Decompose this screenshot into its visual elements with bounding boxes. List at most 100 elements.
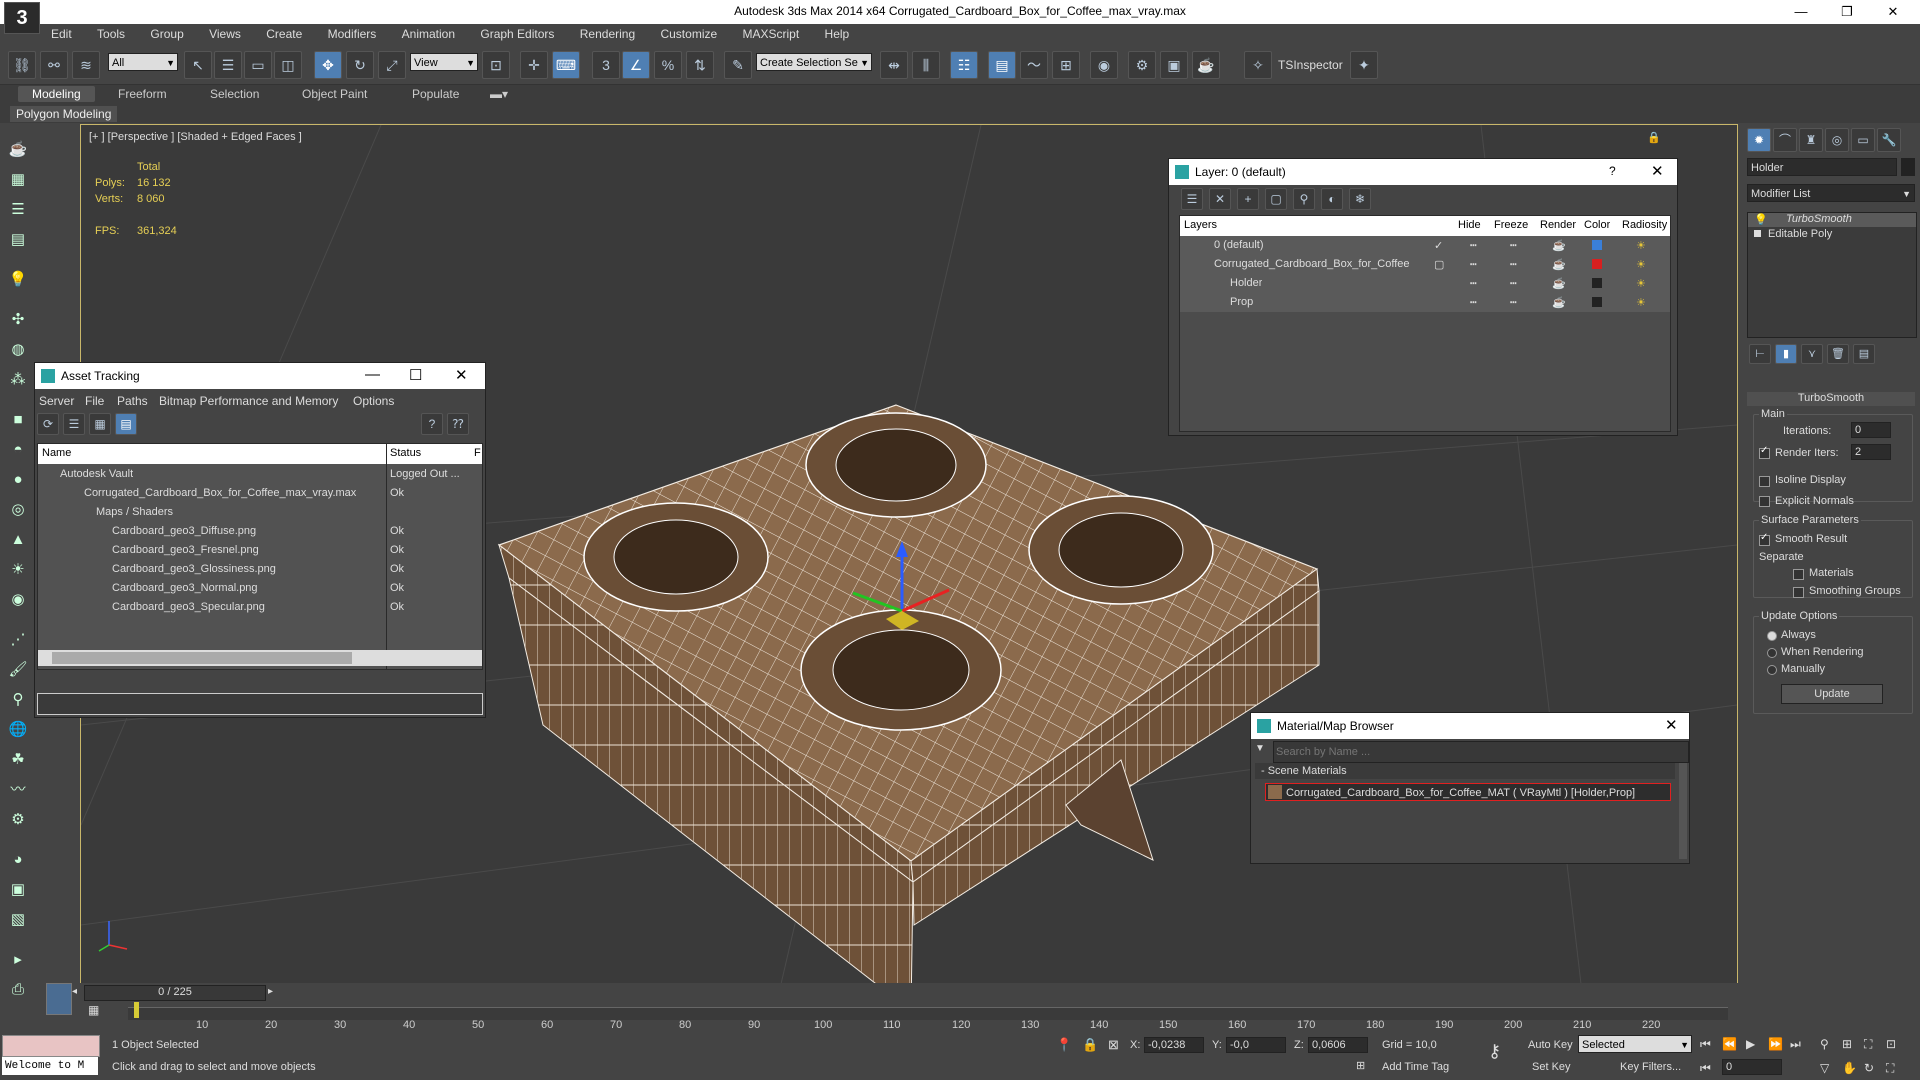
menu-help[interactable]: Help — [814, 24, 861, 44]
restore-button[interactable]: ❐ — [1824, 0, 1870, 24]
sun-icon[interactable]: ☀ — [6, 558, 30, 582]
horizontal-scrollbar[interactable] — [38, 650, 482, 666]
mini-curve-editor-toggle[interactable] — [46, 983, 72, 1015]
pan-icon[interactable]: ✋ — [1842, 1061, 1857, 1075]
freeze-toggle[interactable]: ┅ — [1510, 277, 1517, 290]
key-mode-toggle-icon[interactable]: ⏮ — [1700, 1061, 1711, 1076]
current-frame-field[interactable]: 0 — [1722, 1059, 1782, 1075]
reference-coordinate-dropdown[interactable]: View ▼ — [410, 53, 478, 71]
pin-stack-icon[interactable]: ⊢ — [1749, 344, 1771, 364]
hide-toggle[interactable]: ┅ — [1470, 258, 1477, 271]
table-view-icon[interactable]: ▤ — [115, 413, 137, 435]
freeze-toggle[interactable]: ┅ — [1510, 258, 1517, 271]
schematic-view-icon[interactable]: ⊞ — [1052, 51, 1080, 79]
show-end-result-icon[interactable]: ▮ — [1775, 344, 1797, 364]
configure-sets-icon[interactable]: ▤ — [1853, 344, 1875, 364]
maximize-button[interactable]: ☐ — [409, 366, 422, 384]
material-browser-titlebar[interactable]: Material/Map Browser ✕ — [1251, 713, 1689, 739]
freeze-all-icon[interactable]: ❄ — [1349, 188, 1371, 210]
polygon-modeling-label[interactable]: Polygon Modeling — [10, 106, 118, 122]
material-item[interactable]: Corrugated_Cardboard_Box_for_Coffee_MAT … — [1265, 783, 1671, 801]
display-tab-icon[interactable]: ▭ — [1851, 128, 1875, 152]
asset-tracking-titlebar[interactable]: Asset Tracking — ☐ ✕ — [35, 363, 485, 389]
render-teapot-icon[interactable]: ☕ — [1552, 258, 1566, 271]
menu-options[interactable]: Options — [353, 394, 394, 408]
render-teapot-icon[interactable]: ☕ — [1552, 296, 1566, 309]
spinner-snap-icon[interactable]: ⇅ — [686, 51, 714, 79]
tab-freeform[interactable]: Freeform — [118, 87, 167, 101]
radiosity-sun-icon[interactable]: ☀ — [1636, 239, 1646, 252]
ribbon-options-icon[interactable]: ▬▾ — [490, 87, 508, 101]
select-object-icon[interactable]: ↖ — [184, 51, 212, 79]
options-arrow-icon[interactable]: ▼ — [1255, 743, 1269, 757]
select-and-scale-icon[interactable]: ⤢ — [378, 51, 406, 79]
cloth-icon[interactable]: ⋰ — [6, 628, 30, 652]
menu-rendering[interactable]: Rendering — [569, 24, 646, 44]
scene-materials-group[interactable]: - Scene Materials — [1255, 763, 1675, 779]
go-to-end-icon[interactable]: ⏭ — [1790, 1037, 1801, 1052]
create-tab-icon[interactable]: ✹ — [1747, 128, 1771, 152]
zoom-extents-all-icon[interactable]: ⊡ — [1886, 1037, 1896, 1051]
select-by-name-icon[interactable]: ☰ — [214, 51, 242, 79]
keyboard-shortcut-override-icon[interactable]: ⌨ — [552, 51, 580, 79]
menu-server[interactable]: Server — [39, 394, 74, 408]
paint-icon[interactable]: 🖌 — [6, 658, 30, 682]
table-row[interactable]: Cardboard_geo3_Glossiness.png Ok — [38, 560, 482, 579]
hair-icon[interactable]: 〰 — [6, 778, 30, 802]
tab-object-paint[interactable]: Object Paint — [302, 87, 367, 101]
field-of-view-icon[interactable]: ▽ — [1820, 1061, 1829, 1075]
edit-named-selection-icon[interactable]: ✎ — [724, 51, 752, 79]
highlight-layer-icon[interactable]: ⚲ — [1293, 188, 1315, 210]
table-row[interactable]: Corrugated_Cardboard_Box_for_Coffee_max_… — [38, 484, 482, 503]
rendered-frame-window-icon[interactable]: ▣ — [1160, 51, 1188, 79]
column-render[interactable]: Render — [1540, 219, 1576, 231]
manually-radio[interactable] — [1767, 665, 1777, 675]
layer-color-swatch[interactable] — [1592, 278, 1602, 288]
layer-row[interactable]: Corrugated_Cardboard_Box_for_Coffee ▢ ┅ … — [1180, 255, 1670, 274]
update-button[interactable]: Update — [1781, 684, 1883, 704]
menu-group[interactable]: Group — [139, 24, 194, 44]
ribbon-toggle-icon[interactable]: ▤ — [988, 51, 1016, 79]
x-coordinate-field[interactable]: -0,0238 — [1144, 1037, 1204, 1053]
stack-item-editable-poly[interactable]: Editable Poly — [1748, 228, 1916, 242]
render-icon[interactable]: ▣ — [6, 878, 30, 902]
turbosmooth-rollout-header[interactable]: TurboSmooth — [1747, 392, 1915, 406]
globe-icon[interactable]: 🌐 — [6, 718, 30, 742]
table-row[interactable]: Cardboard_geo3_Diffuse.png Ok — [38, 522, 482, 541]
material-editor-icon[interactable]: ◉ — [1090, 51, 1118, 79]
hide-toggle[interactable]: ┅ — [1470, 277, 1477, 290]
iterations-spinner[interactable]: 0 — [1851, 422, 1891, 438]
menu-graph-editors[interactable]: Graph Editors — [469, 24, 565, 44]
teapot-icon[interactable]: ☕ — [6, 138, 30, 162]
angle-snap-icon[interactable]: ∠ — [622, 51, 650, 79]
gear-icon[interactable]: ⚙ — [6, 808, 30, 832]
key-mode-dropdown[interactable]: Selected ▼ — [1578, 1035, 1692, 1053]
menu-modifiers[interactable]: Modifiers — [317, 24, 388, 44]
scrollbar-thumb[interactable] — [52, 652, 352, 664]
printer-icon[interactable]: ⎙ — [6, 978, 30, 1002]
menu-maxscript[interactable]: MAXScript — [732, 24, 811, 44]
minimize-button[interactable]: — — [1778, 0, 1824, 24]
column-freeze[interactable]: Freeze — [1494, 219, 1528, 231]
tsinspector-label[interactable]: TSInspector — [1278, 58, 1343, 72]
mirror-icon[interactable]: ⇹ — [880, 51, 908, 79]
auto-key-button[interactable]: Auto Key — [1528, 1039, 1573, 1051]
named-selection-set-dropdown[interactable]: Create Selection Se ▼ — [756, 53, 872, 71]
select-manipulate-icon[interactable]: ✛ — [520, 51, 548, 79]
tripod-icon[interactable]: ⚲ — [6, 688, 30, 712]
menu-file[interactable]: File — [85, 394, 104, 408]
table-icon[interactable]: ▤ — [6, 228, 30, 252]
list-icon[interactable]: ☰ — [6, 198, 30, 222]
curve-editor-icon[interactable]: 〜 — [1020, 51, 1048, 79]
help-button[interactable]: ? — [1609, 164, 1616, 178]
rectangular-selection-icon[interactable]: ▭ — [244, 51, 272, 79]
explicit-normals-checkbox[interactable] — [1759, 496, 1770, 507]
column-f[interactable]: F — [474, 447, 481, 459]
make-unique-icon[interactable]: ⋎ — [1801, 344, 1823, 364]
track-bar[interactable] — [128, 1002, 1728, 1020]
column-layers[interactable]: Layers — [1184, 219, 1217, 231]
column-color[interactable]: Color — [1584, 219, 1610, 231]
menu-bitmap-performance[interactable]: Bitmap Performance and Memory — [159, 394, 338, 408]
modify-tab-icon[interactable]: ⌒ — [1773, 128, 1797, 152]
active-layer-box-icon[interactable]: ▢ — [1434, 258, 1444, 271]
